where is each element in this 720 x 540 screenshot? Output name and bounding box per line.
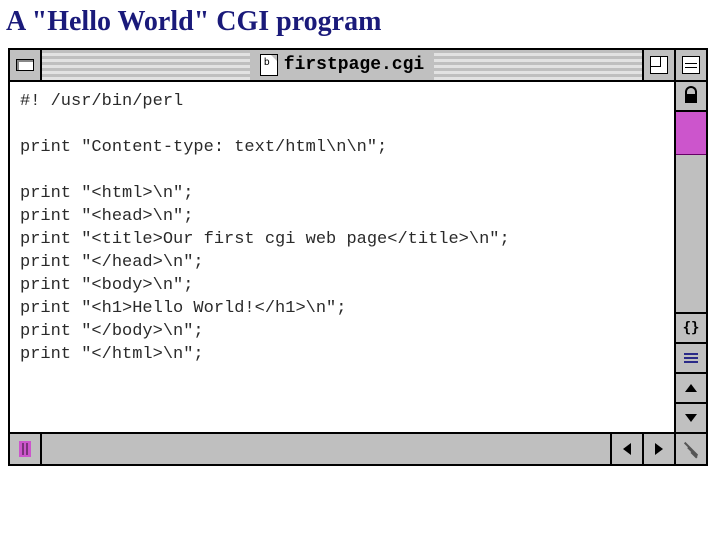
code-line: print "<body>\n"; xyxy=(20,274,664,297)
line-view-icon xyxy=(684,351,698,365)
lock-button[interactable] xyxy=(676,82,706,112)
zoom-box-icon xyxy=(650,56,668,74)
scroll-right-button[interactable] xyxy=(644,434,676,464)
vertical-scrollbar-track[interactable] xyxy=(676,112,706,314)
code-line: print "</html>\n"; xyxy=(20,343,664,366)
scroll-left-button[interactable] xyxy=(612,434,644,464)
editor-body-row: #! /usr/bin/perl print "Content-type: tex… xyxy=(10,82,706,432)
column-marker-icon xyxy=(19,441,31,457)
line-view-button[interactable] xyxy=(676,344,706,374)
lock-icon xyxy=(685,89,697,103)
window-titlebar: firstpage.cgi xyxy=(10,50,706,82)
scroll-up-arrow-icon xyxy=(685,384,697,392)
code-line xyxy=(20,159,664,182)
close-box-button[interactable] xyxy=(10,50,42,80)
code-line xyxy=(20,113,664,136)
close-box-icon xyxy=(16,59,34,71)
window-filename-label: firstpage.cgi xyxy=(284,55,424,75)
title-caption: firstpage.cgi xyxy=(250,50,434,80)
window-control-group xyxy=(642,50,706,80)
horizontal-scrollbar-track[interactable] xyxy=(42,434,612,464)
code-editor-area[interactable]: #! /usr/bin/perl print "Content-type: tex… xyxy=(10,82,676,432)
resize-grip-icon xyxy=(683,441,699,457)
bottom-control-bar xyxy=(10,432,706,464)
scroll-left-arrow-icon xyxy=(623,443,631,455)
code-line: print "<html>\n"; xyxy=(20,182,664,205)
vertical-scrollbar-thumb[interactable] xyxy=(676,112,706,155)
resize-grip[interactable] xyxy=(676,434,706,464)
code-line: print "</body>\n"; xyxy=(20,320,664,343)
code-line: print "</head>\n"; xyxy=(20,251,664,274)
column-marker-button[interactable] xyxy=(10,434,42,464)
document-icon xyxy=(260,54,278,76)
right-control-bar: {} xyxy=(676,82,706,432)
code-line: print "<head>\n"; xyxy=(20,205,664,228)
code-line: print "<title>Our first cgi web page</ti… xyxy=(20,228,664,251)
scroll-up-button[interactable] xyxy=(676,374,706,404)
editor-window: firstpage.cgi #! /usr/bin/perl print "Con… xyxy=(8,48,708,466)
collapse-box-icon xyxy=(682,56,700,74)
scroll-down-arrow-icon xyxy=(685,414,697,422)
code-line: print "Content-type: text/html\n\n"; xyxy=(20,136,664,159)
popup-nav-button[interactable]: {} xyxy=(676,314,706,344)
collapse-box-button[interactable] xyxy=(674,50,706,80)
code-line: print "<h1>Hello World!</h1>\n"; xyxy=(20,297,664,320)
page-title: A "Hello World" CGI program xyxy=(0,0,720,48)
titlebar-drag-region[interactable]: firstpage.cgi xyxy=(42,50,642,80)
scroll-down-button[interactable] xyxy=(676,404,706,432)
zoom-box-button[interactable] xyxy=(642,50,674,80)
popup-nav-icon: {} xyxy=(683,320,700,336)
scroll-right-arrow-icon xyxy=(655,443,663,455)
code-line: #! /usr/bin/perl xyxy=(20,90,664,113)
